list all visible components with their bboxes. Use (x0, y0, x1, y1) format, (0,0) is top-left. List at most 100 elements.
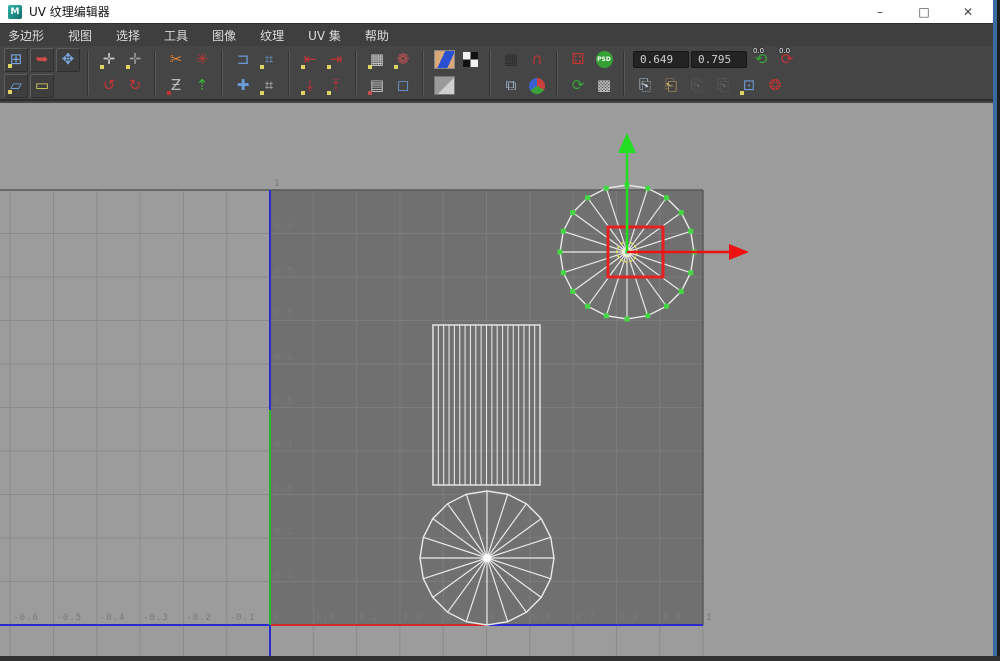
window-border-right (993, 0, 1000, 661)
uv-snapshot-button[interactable]: ▩ (592, 74, 616, 98)
align-uvs-left-button[interactable]: ⇤ (298, 48, 322, 72)
view-grid-icon: ⧉ (506, 78, 517, 93)
align-uvs-up-button[interactable]: ⤒ (324, 74, 348, 98)
uv-lattice-tool-button[interactable]: ⊞ (4, 48, 28, 72)
uv-lattice-flip-button[interactable]: ▱ (4, 74, 28, 98)
paste-u-button[interactable]: ⎘ (685, 74, 709, 98)
align-uvs-right-button[interactable]: ⇥ (324, 48, 348, 72)
paste-v-button[interactable]: ⎘ (711, 74, 735, 98)
svg-text:0.7: 0.7 (274, 310, 293, 320)
uv-smudge-tool-button[interactable]: ➥ (30, 48, 54, 72)
unfold-uvs-button[interactable]: ⌗ (257, 48, 281, 72)
accent-dot-icon (301, 91, 305, 95)
display-rgb-channels-button[interactable] (525, 74, 549, 98)
move-uv-shell-tool-icon: ✥ (62, 52, 75, 67)
select-shortest-edge-path-tool-icon: ▭ (35, 78, 49, 93)
svg-text:-0.2: -0.2 (186, 613, 212, 623)
menu-item-4[interactable]: 图像 (200, 24, 248, 47)
v-coordinate-field[interactable]: 0.795 (691, 51, 747, 68)
menu-item-7[interactable]: 帮助 (353, 24, 401, 47)
snap-uvs-button[interactable]: ▦ (365, 48, 389, 72)
accent-dot-icon (126, 65, 130, 69)
accent-dot-icon (301, 65, 305, 69)
svg-text:-0.4: -0.4 (100, 613, 126, 623)
force-editor-texture-rebake-button[interactable]: ⟳ (566, 74, 590, 98)
flip-u-button[interactable]: ✛ (97, 48, 121, 72)
paste-uvs-button[interactable]: ⎗ (659, 74, 683, 98)
svg-text:1: 1 (706, 613, 712, 623)
menu-item-1[interactable]: 视图 (56, 24, 104, 47)
pixel-snap-button[interactable]: ∩ (525, 48, 549, 72)
copy-uvs-icon: ⎘ (639, 78, 651, 93)
flip-u-icon: ✛ (103, 52, 116, 67)
svg-text:0.3: 0.3 (403, 613, 422, 623)
accent-dot-icon (260, 91, 264, 95)
copy-uvs-button[interactable]: ⎘ (633, 74, 657, 98)
display-checkered-button[interactable] (458, 48, 482, 72)
menu-item-0[interactable]: 多边形 (0, 24, 56, 47)
align-uvs-down-button[interactable]: ⤓ (298, 74, 322, 98)
menu-bar: 多边形视图选择工具图像纹理UV 集帮助 (0, 23, 1000, 47)
uv-grid-canvas[interactable]: -0.6-0.5-0.4-0.3-0.2-0.100.10.20.30.40.5… (0, 103, 1000, 661)
rotate-uvs-ccw-icon: ↺ (103, 78, 116, 93)
align-uvs-up-icon: ⤒ (333, 78, 340, 93)
menu-item-2[interactable]: 选择 (104, 24, 152, 47)
update-psd-networks-button[interactable]: PSD (592, 48, 616, 72)
maximize-button[interactable]: □ (902, 0, 946, 23)
rotate-uvs-cw-button[interactable]: ↻ (123, 74, 147, 98)
toggle-filtered-image-icon: ▦ (504, 52, 518, 67)
uv-snapshot-icon: ▩ (597, 78, 611, 93)
update-psd-networks-icon: PSD (596, 51, 613, 68)
svg-text:0.8: 0.8 (274, 266, 293, 276)
toolbar-separator (622, 51, 627, 95)
svg-text:0.2: 0.2 (274, 527, 293, 537)
uv-editor-viewport[interactable]: -0.6-0.5-0.4-0.3-0.2-0.100.10.20.30.40.5… (0, 103, 1000, 661)
interactive-shading-icon: ⚃ (571, 52, 584, 67)
tile-image-button[interactable]: ◻ (391, 74, 415, 98)
merge-uv-edges-button[interactable]: Ƶ (164, 74, 188, 98)
snap-uvs-icon: ▦ (370, 52, 384, 67)
minimize-button[interactable]: – (858, 0, 902, 23)
accent-dot-icon (740, 91, 744, 95)
rotate-angle-cw-button[interactable]: ⟳0.0 (775, 48, 799, 72)
move-and-sew-uv-edges-button[interactable]: ⇡ (190, 74, 214, 98)
menu-item-5[interactable]: 纹理 (248, 24, 296, 47)
split-uvs-button[interactable]: ✳ (190, 48, 214, 72)
svg-text:-0.6: -0.6 (13, 613, 39, 623)
unitize-uvs-button[interactable]: ✚ (231, 74, 255, 98)
toggle-filtered-image-button[interactable]: ▦ (499, 48, 523, 72)
select-shortest-edge-path-tool-button[interactable]: ▭ (30, 74, 54, 98)
angle-value-label: 0.0 (779, 47, 790, 55)
flip-v-button[interactable]: ✛ (123, 48, 147, 72)
relax-uvs-button[interactable]: ❁ (391, 48, 415, 72)
cycle-uvs-button[interactable]: ❂ (763, 74, 787, 98)
align-uvs-down-icon: ⤓ (307, 78, 314, 93)
cut-uv-edges-button[interactable]: ✂ (164, 48, 188, 72)
accent-dot-icon (327, 91, 331, 95)
layout-uvs-button[interactable]: ⌗ (257, 74, 281, 98)
menu-item-3[interactable]: 工具 (152, 24, 200, 47)
accent-dot-icon (8, 64, 12, 68)
warp-image-icon: ▤ (370, 78, 384, 93)
dim-image-button[interactable] (432, 74, 456, 98)
warp-image-button[interactable]: ▤ (365, 74, 389, 98)
accent-dot-icon (260, 65, 264, 69)
unfold-uvs-icon: ⌗ (265, 52, 273, 67)
menu-item-6[interactable]: UV 集 (296, 24, 353, 47)
display-image-button[interactable] (432, 48, 456, 72)
rotate-uvs-ccw-button[interactable]: ↺ (97, 74, 121, 98)
move-uv-shell-tool-button[interactable]: ✥ (56, 48, 80, 72)
fold-uvs-button[interactable]: ⊐ (231, 48, 255, 72)
fold-uvs-icon: ⊐ (237, 52, 250, 67)
close-button[interactable]: ✕ (946, 0, 990, 23)
align-uvs-right-icon: ⇥ (330, 52, 343, 67)
u-coordinate-field[interactable]: 0.649 (633, 51, 689, 68)
view-grid-button[interactable]: ⧉ (499, 74, 523, 98)
interactive-shading-button[interactable]: ⚃ (566, 48, 590, 72)
svg-text:0.8: 0.8 (619, 613, 638, 623)
title-bar: M UV 纹理编辑器 – □ ✕ (0, 0, 1000, 23)
rotate-angle-ccw-button[interactable]: ⟲0.0 (749, 48, 773, 72)
copy-uvs-to-uvset-button[interactable]: ⊡ (737, 74, 761, 98)
relax-uvs-icon: ❁ (397, 52, 410, 67)
flip-v-icon: ✛ (129, 52, 142, 67)
